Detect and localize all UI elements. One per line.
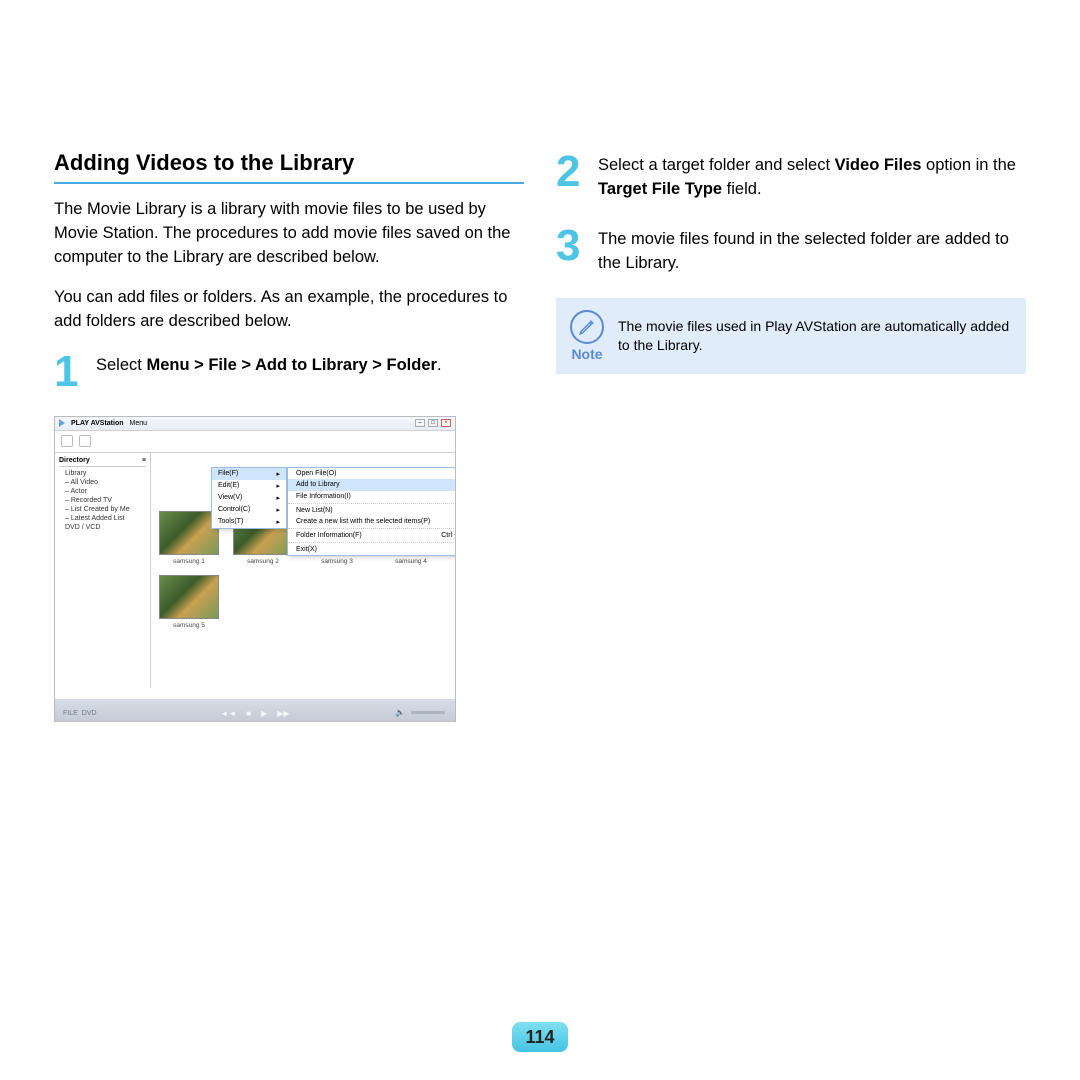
menu-item[interactable]: Create a new list with the selected item… <box>288 516 456 527</box>
sidebar-item[interactable]: – All Video <box>59 478 146 487</box>
file-submenu: Open File(O)Ctrl + O Add to Library▸ Fil… <box>287 467 456 556</box>
toolbar <box>55 431 455 453</box>
intro-paragraph-1: The Movie Library is a library with movi… <box>54 198 524 270</box>
step-1: 1 Select Menu > File > Add to Library > … <box>54 350 524 394</box>
file-menu: File(F)▸ Edit(E)▸ View(V)▸ Control(C)▸ T… <box>211 467 287 529</box>
video-thumb[interactable]: samsung 1 <box>159 511 219 565</box>
menu-item[interactable]: Control(C)▸ <box>212 504 286 516</box>
menu-item[interactable]: File(F)▸ <box>212 468 286 480</box>
sidebar-item[interactable]: – Actor <box>59 487 146 496</box>
menu-button[interactable]: Menu <box>130 420 148 427</box>
play-button[interactable]: ▶ <box>261 709 267 718</box>
speaker-icon[interactable]: 🔈 <box>395 708 405 717</box>
app-logo-icon <box>59 419 65 427</box>
step-1-text: Select Menu > File > Add to Library > Fo… <box>96 350 442 378</box>
menu-item[interactable]: Tools(T)▸ <box>212 516 286 528</box>
step-1-number: 1 <box>54 350 84 394</box>
step-2: 2 Select a target folder and select Vide… <box>556 150 1026 202</box>
video-thumb[interactable]: samsung 5 <box>159 575 219 629</box>
section-heading: Adding Videos to the Library <box>54 150 524 184</box>
step-3-number: 3 <box>556 224 586 268</box>
app-screenshot: PLAY AVStation Menu – □ × Directory ≡ Lib… <box>54 416 456 722</box>
menu-item[interactable]: Folder Information(F)Ctrl + Shift + I <box>288 530 456 541</box>
step-2-number: 2 <box>556 150 586 194</box>
sidebar-item[interactable]: – List Created by Me <box>59 505 146 514</box>
menu-item[interactable]: Edit(E)▸ <box>212 480 286 492</box>
minimize-button[interactable]: – <box>415 419 425 427</box>
close-button[interactable]: × <box>441 419 451 427</box>
pb-info: FILE <box>63 710 78 717</box>
menu-item[interactable]: Open File(O)Ctrl + O <box>288 468 456 479</box>
intro-paragraph-2: You can add files or folders. As an exam… <box>54 286 524 334</box>
menu-item[interactable]: File Information(I)Ctrl + I <box>288 491 456 502</box>
prev-button[interactable]: ◄◄ <box>220 709 236 718</box>
sidebar-item[interactable]: – Recorded TV <box>59 496 146 505</box>
note-box: Note The movie files used in Play AVStat… <box>556 298 1026 374</box>
sidebar: Directory ≡ Library – All Video – Actor –… <box>55 453 151 687</box>
page-number: 114 <box>512 1022 568 1052</box>
stop-button[interactable]: ■ <box>246 709 251 718</box>
volume-slider[interactable] <box>411 711 445 714</box>
sidebar-header: Directory <box>59 457 90 464</box>
menu-item-add-to-library[interactable]: Add to Library▸ <box>288 479 456 491</box>
step-2-text: Select a target folder and select Video … <box>598 150 1026 202</box>
step-3: 3 The movie files found in the selected … <box>556 224 1026 276</box>
pb-info: DVD <box>82 710 97 717</box>
menu-item[interactable]: View(V)▸ <box>212 492 286 504</box>
next-button[interactable]: ▶▶ <box>277 709 289 718</box>
menu-item[interactable]: New List(N)Ctrl + G <box>288 505 456 516</box>
sidebar-item[interactable]: – Latest Added List <box>59 514 146 523</box>
list-icon[interactable]: ≡ <box>142 457 146 464</box>
step-3-text: The movie files found in the selected fo… <box>598 224 1026 276</box>
titlebar: PLAY AVStation Menu – □ × <box>55 417 455 431</box>
maximize-button[interactable]: □ <box>428 419 438 427</box>
note-label: Note <box>571 346 602 362</box>
player-bar: FILE DVD ◄◄ ■ ▶ ▶▶ 🔈 <box>55 699 455 721</box>
pencil-icon <box>570 310 604 344</box>
sidebar-item[interactable]: Library <box>59 469 146 478</box>
app-title: PLAY AVStation <box>71 420 124 427</box>
note-text: The movie files used in Play AVStation a… <box>618 317 1012 355</box>
toolbar-btn[interactable] <box>79 435 91 447</box>
sidebar-item[interactable]: DVD / VCD <box>59 523 146 532</box>
menu-item[interactable]: Exit(X)Alt + F4 <box>288 544 456 555</box>
toolbar-btn[interactable] <box>61 435 73 447</box>
